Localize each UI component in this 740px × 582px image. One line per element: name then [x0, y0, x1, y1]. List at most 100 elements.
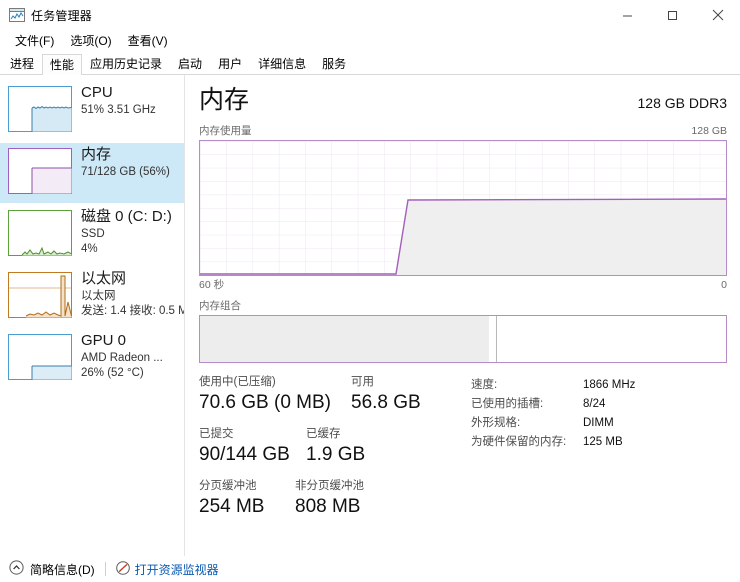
usage-chart-min-label: 0: [721, 279, 727, 291]
info-hardware-reserved-value: 125 MB: [583, 436, 623, 448]
sidebar-item-gpu-0-line2: 26% (52 °C): [81, 367, 144, 379]
memory-thumbnail-graph: [8, 148, 72, 194]
close-button[interactable]: [695, 0, 740, 30]
sidebar-item-cpu-line1: 51% 3.51 GHz: [81, 104, 156, 116]
tab-details[interactable]: 详细信息: [250, 53, 314, 74]
sidebar-item-disk-0-texts: 磁盘 0 (C: D:) SSD 4%: [81, 205, 172, 257]
stat-cached: 已缓存 1.9 GB: [306, 427, 365, 467]
chevron-up-circle-icon: [9, 560, 24, 578]
window-controls: [605, 0, 740, 30]
ethernet-thumbnail-graph: [8, 272, 72, 318]
sidebar-item-disk-0-line1: SSD: [81, 228, 105, 240]
content-area: CPU 51% 3.51 GHz 内存 71/128 GB (56%) 磁盘 0…: [0, 75, 740, 578]
tab-users[interactable]: 用户: [210, 53, 250, 74]
sidebar-item-ethernet-texts: 以太网 以太网 发送: 1.4 接收: 0.5 M: [81, 267, 184, 319]
menu-options[interactable]: 选项(O): [62, 30, 119, 52]
stat-nonpaged-pool-value: 808 MB: [295, 496, 361, 517]
sidebar-item-gpu-0-texts: GPU 0 AMD Radeon ... 26% (52 °C): [81, 329, 163, 381]
window-title: 任务管理器: [31, 8, 93, 23]
tab-bar: 进程 性能 应用历史记录 启动 用户 详细信息 服务: [0, 52, 740, 75]
memory-spec: 128 GB DDR3: [637, 95, 727, 111]
sidebar-item-ethernet[interactable]: 以太网 以太网 发送: 1.4 接收: 0.5 M: [0, 267, 184, 327]
info-speed-key: 速度:: [471, 379, 498, 391]
composition-caption: 内存组合: [199, 300, 241, 312]
tab-performance[interactable]: 性能: [42, 54, 83, 75]
open-resource-monitor-link[interactable]: 打开资源监视器: [115, 560, 219, 578]
cpu-thumbnail-graph: [8, 86, 72, 132]
stat-in-use-label: 使用中(已压缩): [199, 376, 276, 388]
info-slots-used-value: 8/24: [583, 398, 606, 410]
gpu-thumbnail-graph: [8, 334, 72, 380]
stat-cached-label: 已缓存: [306, 428, 341, 440]
tab-startup[interactable]: 启动: [170, 53, 210, 74]
composition-caption-row: 内存组合: [199, 298, 727, 313]
sidebar-item-cpu[interactable]: CPU 51% 3.51 GHz: [0, 81, 184, 141]
composition-in-use-segment: [200, 316, 490, 362]
sidebar-item-ethernet-line2: 发送: 1.4 接收: 0.5 M: [81, 305, 184, 317]
menu-bar: 文件(F) 选项(O) 查看(V): [0, 30, 740, 52]
detail-header: 内存 128 GB DDR3: [199, 85, 727, 121]
sidebar-item-memory-line1: 71/128 GB (56%): [81, 166, 170, 178]
usage-chart-max-label: 128 GB: [691, 125, 727, 137]
stat-in-use: 使用中(已压缩) 70.6 GB (0 MB): [199, 375, 351, 415]
info-row-slots-used: 已使用的插槽: 8/24: [471, 395, 727, 414]
stat-committed-value: 90/144 GB: [199, 444, 290, 465]
sidebar-item-disk-0-line2: 4%: [81, 243, 98, 255]
info-row-hardware-reserved: 为硬件保留的内存: 125 MB: [471, 433, 727, 452]
info-row-form-factor: 外形规格: DIMM: [471, 414, 727, 433]
tab-services[interactable]: 服务: [314, 53, 354, 74]
info-speed-value: 1866 MHz: [583, 379, 636, 391]
composition-divider: [496, 316, 498, 362]
usage-chart-axis-row: 60 秒 0: [199, 277, 727, 292]
title-bar: 任务管理器: [0, 0, 740, 30]
info-row-speed: 速度: 1866 MHz: [471, 376, 727, 395]
stat-available-value: 56.8 GB: [351, 392, 421, 413]
memory-info-list: 速度: 1866 MHz 已使用的插槽: 8/24 外形规格: DIMM 为硬件…: [471, 375, 727, 531]
menu-file[interactable]: 文件(F): [7, 30, 62, 52]
sidebar-item-gpu-0-line1: AMD Radeon ...: [81, 352, 163, 364]
task-manager-icon: [9, 7, 25, 23]
tab-app-history[interactable]: 应用历史记录: [82, 53, 170, 74]
stat-committed: 已提交 90/144 GB: [199, 427, 306, 467]
sidebar-item-memory[interactable]: 内存 71/128 GB (56%): [0, 143, 184, 203]
stat-paged-pool-value: 254 MB: [199, 496, 265, 517]
fewer-details-label: 简略信息(D): [30, 562, 95, 577]
status-bar: 简略信息(D) 打开资源监视器: [0, 556, 740, 582]
sidebar-item-ethernet-title: 以太网: [81, 270, 127, 287]
usage-chart-time-label: 60 秒: [199, 279, 225, 291]
memory-composition-bar[interactable]: [199, 315, 727, 363]
open-resource-monitor-label: 打开资源监视器: [134, 562, 219, 577]
stats-row-2: 已提交 90/144 GB 已缓存 1.9 GB: [199, 427, 471, 467]
stat-paged-pool-label: 分页缓冲池: [199, 480, 257, 492]
sidebar-item-ethernet-line1: 以太网: [81, 290, 116, 302]
stat-committed-label: 已提交: [199, 428, 234, 440]
stat-available-label: 可用: [351, 376, 374, 388]
stat-nonpaged-pool-label: 非分页缓冲池: [295, 480, 364, 492]
sidebar-item-memory-title: 内存: [81, 146, 112, 163]
info-form-factor-value: DIMM: [583, 417, 614, 429]
memory-stats: 使用中(已压缩) 70.6 GB (0 MB) 可用 56.8 GB 已提交 9…: [199, 375, 727, 531]
sidebar-item-cpu-title: CPU: [81, 84, 113, 101]
resource-sidebar: CPU 51% 3.51 GHz 内存 71/128 GB (56%) 磁盘 0…: [0, 75, 185, 578]
stats-row-3: 分页缓冲池 254 MB 非分页缓冲池 808 MB: [199, 479, 471, 519]
usage-chart-caption-row: 内存使用量 128 GB: [199, 123, 727, 138]
resource-monitor-icon: [115, 560, 130, 578]
memory-usage-graph[interactable]: [199, 140, 727, 276]
stat-nonpaged-pool: 非分页缓冲池 808 MB: [295, 479, 364, 519]
minimize-button[interactable]: [605, 0, 650, 30]
maximize-button[interactable]: [650, 0, 695, 30]
page-title: 内存: [199, 86, 250, 114]
fewer-details-button[interactable]: 简略信息(D): [9, 560, 95, 578]
stat-cached-value: 1.9 GB: [306, 444, 366, 465]
sidebar-item-disk-0-title: 磁盘 0 (C: D:): [81, 208, 172, 225]
usage-chart-caption: 内存使用量: [199, 125, 252, 137]
sidebar-item-memory-texts: 内存 71/128 GB (56%): [81, 143, 170, 180]
sidebar-item-gpu-0[interactable]: GPU 0 AMD Radeon ... 26% (52 °C): [0, 329, 184, 389]
sidebar-item-cpu-texts: CPU 51% 3.51 GHz: [81, 81, 156, 118]
sidebar-item-disk-0[interactable]: 磁盘 0 (C: D:) SSD 4%: [0, 205, 184, 265]
info-slots-used-key: 已使用的插槽:: [471, 398, 544, 410]
tab-processes[interactable]: 进程: [2, 53, 42, 74]
menu-view[interactable]: 查看(V): [120, 30, 176, 52]
stat-available: 可用 56.8 GB: [351, 375, 421, 415]
stats-row-1: 使用中(已压缩) 70.6 GB (0 MB) 可用 56.8 GB: [199, 375, 471, 415]
